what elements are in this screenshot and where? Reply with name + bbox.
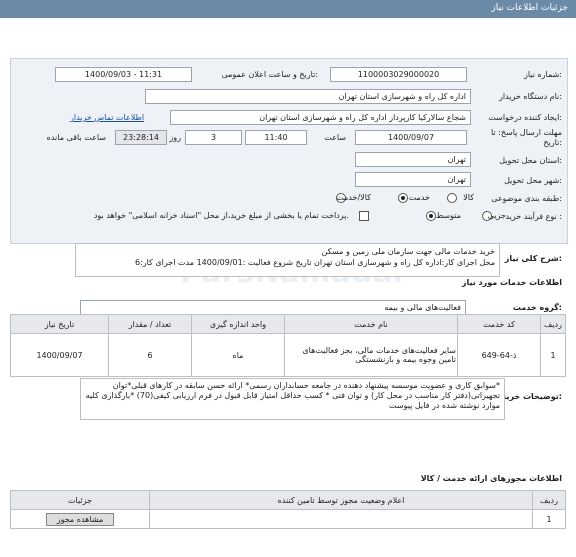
- deadline-time-label: ساعت: [324, 133, 346, 142]
- announce-field: 1400/09/03 - 11:31: [55, 67, 192, 82]
- category-goods-label: کالا: [463, 193, 474, 202]
- process-minor-label: جزیی: [487, 211, 506, 220]
- process-label: نوع فرآیند خرید :: [505, 212, 562, 221]
- deadline-date-field: 1400/09/07: [355, 130, 467, 145]
- category-goods-service-label: کالا/خدمت: [336, 193, 371, 202]
- licenses-section-title: اطلاعات مجوزهای ارائه خدمت / کالا: [420, 474, 562, 483]
- process-medium-label: متوسط: [435, 211, 461, 220]
- lic-col-details: جزئیات: [10, 490, 150, 510]
- creator-field: شجاع سالارکیا کارپرداز اداره کل راه و شه…: [170, 110, 471, 125]
- col-service-name: نام خدمت: [284, 314, 458, 334]
- category-goods-radio[interactable]: [447, 193, 457, 203]
- process-medium-radio[interactable]: [426, 211, 436, 221]
- services-section-title: اطلاعات خدمات مورد نیاز: [461, 278, 562, 287]
- need-number-label: شماره نیاز:: [523, 70, 562, 79]
- col-service-code: کد خدمت: [457, 314, 541, 334]
- summary-textarea[interactable]: خرید خدمات مالی جهت سازمان ملی زمین و مس…: [75, 243, 500, 277]
- view-license-button[interactable]: مشاهده مجوز: [45, 512, 115, 526]
- deadline-label: مهلت ارسال پاسخ: تا: [490, 128, 562, 137]
- buyer-notes-text: *سوابق کاری و عضویت موسسه پیشنهاد دهنده …: [80, 378, 505, 420]
- buyer-contact-link[interactable]: اطلاعات تماس خریدار: [70, 113, 144, 122]
- creator-label: ایجاد کننده درخواست:: [488, 113, 562, 122]
- cell-unit: ماه: [191, 333, 285, 377]
- cell-row: 1: [540, 333, 566, 377]
- treasury-payment-checkbox[interactable]: [359, 211, 369, 221]
- buyer-label: نام دستگاه خریدار:: [498, 92, 562, 101]
- cell-quantity: 6: [108, 333, 192, 377]
- days-field: 3: [185, 130, 242, 145]
- summary-label: شرح کلی نیاز:: [504, 254, 562, 263]
- remaining-label: ساعت باقی مانده: [46, 133, 106, 142]
- summary-line-2: محل اجرای کار:اداره کل راه و شهرسازی است…: [134, 258, 495, 267]
- deadline-time-field: 11:40: [245, 130, 307, 145]
- buyer-field: اداره کل راه و شهرسازی استان تهران: [145, 89, 471, 104]
- service-group-label: گروه خدمت:: [512, 303, 562, 312]
- table-row: 1 ذ-64-649 سایر فعالیت‌های خدمات مالی، ب…: [10, 333, 566, 377]
- treasury-payment-label: پرداخت تمام یا بخشی از مبلغ خرید،از محل …: [93, 211, 349, 220]
- col-unit: واحد اندازه گیری: [191, 314, 285, 334]
- lic-cell-status: [149, 509, 533, 529]
- col-row: ردیف: [540, 314, 566, 334]
- category-service-radio[interactable]: [398, 193, 408, 203]
- cell-service-name: سایر فعالیت‌های خدمات مالی، بجز فعالیت‌ه…: [284, 333, 458, 377]
- lic-cell-row: 1: [532, 509, 566, 529]
- lic-cell-details: مشاهده مجوز: [10, 509, 150, 529]
- city-label: شهر محل تحویل:: [504, 176, 562, 185]
- announce-label: تاریخ و ساعت اعلان عمومی:: [221, 70, 318, 79]
- col-need-date: تاریخ نیاز: [10, 314, 109, 334]
- table-row: 1 مشاهده مجوز: [10, 509, 566, 529]
- province-label: استان محل تحویل:: [499, 156, 562, 165]
- cell-service-code: ذ-64-649: [457, 333, 541, 377]
- col-quantity: تعداد / مقدار: [108, 314, 192, 334]
- remaining-time-field: 23:28:14: [115, 130, 167, 145]
- lic-col-status: اعلام وضعیت مجوز توسط تامین کننده: [149, 490, 533, 510]
- service-group-field: فعالیت‌های مالی و بیمه: [80, 300, 466, 315]
- lic-col-row: ردیف: [532, 490, 566, 510]
- summary-line-1: خرید خدمات مالی جهت سازمان ملی زمین و مس…: [321, 247, 496, 256]
- cell-need-date: 1400/09/07: [10, 333, 109, 377]
- city-field: تهران: [355, 172, 471, 187]
- deadline-label-date: تاریخ:: [543, 138, 562, 147]
- services-table: ردیف کد خدمت نام خدمت واحد اندازه گیری ت…: [10, 314, 566, 377]
- category-label: طبقه بندی موضوعی:: [491, 194, 562, 203]
- category-service-label: خدمت: [408, 193, 430, 202]
- province-field: تهران: [355, 152, 471, 167]
- need-number-field: 1100003029000020: [330, 67, 467, 82]
- licenses-table: ردیف اعلام وضعیت مجوز توسط تامین کننده ج…: [10, 490, 566, 529]
- page-title: جزئیات اطلاعات نیاز: [491, 3, 568, 13]
- page-header: جزئیات اطلاعات نیاز: [0, 0, 576, 18]
